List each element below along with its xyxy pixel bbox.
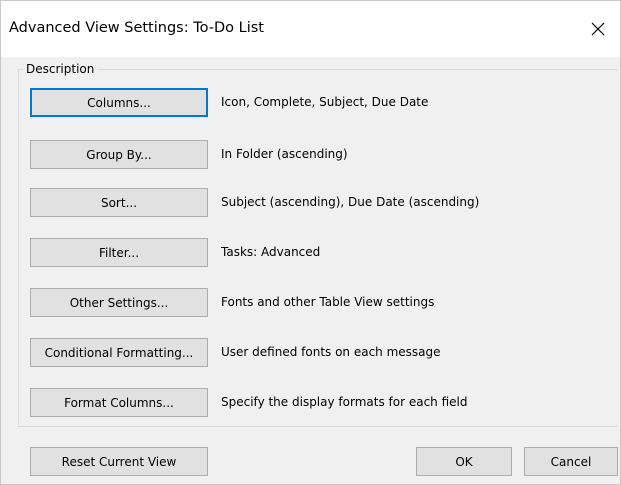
reset-current-view-button[interactable]: Reset Current View (30, 447, 208, 476)
cancel-button[interactable]: Cancel (524, 447, 618, 476)
columns-description: Icon, Complete, Subject, Due Date (221, 95, 429, 109)
columns-button[interactable]: Columns... (30, 88, 208, 117)
title-bar: Advanced View Settings: To-Do List (1, 1, 620, 57)
ok-button[interactable]: OK (416, 447, 512, 476)
other-settings-description: Fonts and other Table View settings (221, 295, 435, 309)
filter-button[interactable]: Filter... (30, 238, 208, 267)
conditional-formatting-description: User defined fonts on each message (221, 345, 441, 359)
other-settings-button[interactable]: Other Settings... (30, 288, 208, 317)
dialog-title: Advanced View Settings: To-Do List (9, 20, 264, 36)
format-columns-button[interactable]: Format Columns... (30, 388, 208, 417)
format-columns-description: Specify the display formats for each fie… (221, 395, 468, 409)
sort-description: Subject (ascending), Due Date (ascending… (221, 195, 480, 209)
advanced-view-settings-dialog: Advanced View Settings: To-Do List Descr… (0, 0, 621, 485)
sort-button[interactable]: Sort... (30, 188, 208, 217)
close-icon (591, 22, 605, 36)
group-by-description: In Folder (ascending) (221, 147, 348, 161)
description-group-label: Description (23, 62, 98, 76)
filter-description: Tasks: Advanced (221, 245, 321, 259)
close-button[interactable] (576, 9, 620, 49)
conditional-formatting-button[interactable]: Conditional Formatting... (30, 338, 208, 367)
group-by-button[interactable]: Group By... (30, 140, 208, 169)
